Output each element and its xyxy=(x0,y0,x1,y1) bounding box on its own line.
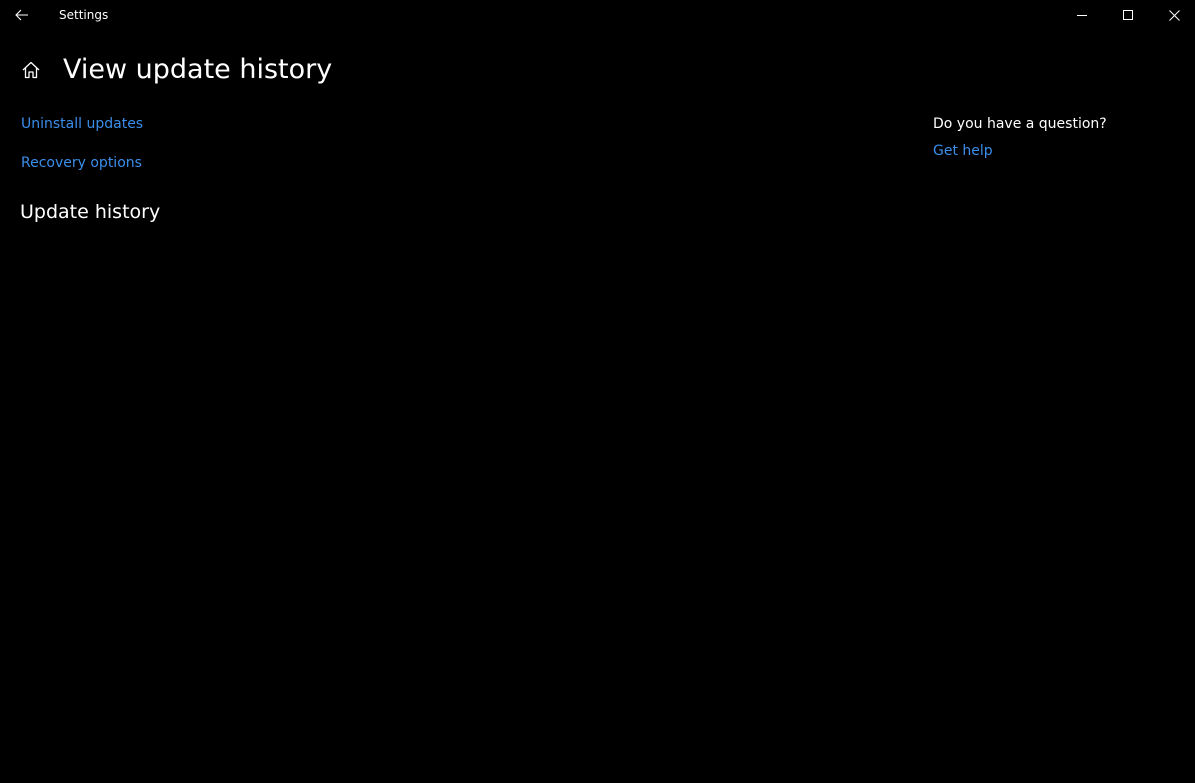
app-title: Settings xyxy=(59,8,109,22)
back-arrow-icon xyxy=(15,9,28,21)
uninstall-updates-link[interactable]: Uninstall updates xyxy=(21,115,143,133)
close-icon xyxy=(1168,9,1180,21)
update-history-heading: Update history xyxy=(20,201,161,223)
minimize-button[interactable] xyxy=(1059,0,1105,30)
settings-window: Settings View update history Uninstall u… xyxy=(0,0,1195,783)
close-button[interactable] xyxy=(1151,0,1195,30)
title-bar: Settings xyxy=(0,0,1195,30)
maximize-icon xyxy=(1122,9,1133,20)
recovery-options-link[interactable]: Recovery options xyxy=(21,154,142,172)
get-help-link[interactable]: Get help xyxy=(933,142,993,160)
page-title: View update history xyxy=(63,54,333,85)
minimize-icon xyxy=(1076,14,1087,16)
back-button[interactable] xyxy=(0,0,44,30)
home-button[interactable] xyxy=(20,59,42,81)
maximize-button[interactable] xyxy=(1105,0,1151,30)
help-question-text: Do you have a question? xyxy=(933,116,1107,132)
home-icon xyxy=(22,61,40,79)
